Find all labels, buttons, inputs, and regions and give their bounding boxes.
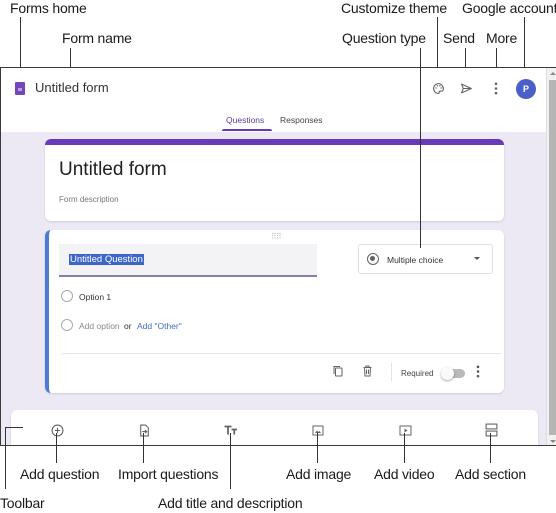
add-circle-icon[interactable] (49, 422, 65, 438)
form-name[interactable]: Untitled form (35, 80, 109, 95)
callout-add-question: Add question (20, 466, 100, 482)
callout-more: More (486, 30, 518, 46)
more-vert-icon[interactable] (486, 78, 506, 98)
scroll-up-arrow-icon[interactable] (550, 72, 556, 75)
form-description-field[interactable]: Form description (59, 195, 119, 204)
radio-button-checked-icon (367, 253, 379, 265)
callout-add-section: Add section (455, 466, 526, 482)
add-other-button[interactable]: Add "Other" (137, 321, 182, 331)
callout-add-title-description: Add title and description (158, 495, 303, 511)
tab-questions[interactable]: Questions (226, 115, 264, 125)
send-icon[interactable] (456, 78, 476, 98)
required-toggle[interactable] (441, 367, 465, 380)
top-bar: Untitled form P (1, 68, 546, 108)
forms-home-icon[interactable] (15, 82, 25, 95)
option-radio-icon (61, 290, 73, 302)
more-options-icon[interactable] (475, 365, 481, 378)
add-option-radio-icon (61, 319, 73, 331)
form-title-card: Untitled form Form description (45, 139, 504, 221)
scroll-down-arrow-icon[interactable] (550, 440, 556, 443)
dropdown-arrow-icon (474, 257, 480, 260)
question-title-input[interactable]: Untitled Question (59, 244, 317, 277)
delete-icon[interactable] (360, 364, 374, 378)
forms-editor-window: Untitled form P Questions Responses Unti… (0, 67, 556, 446)
callout-form-name: Form name (62, 30, 132, 46)
image-icon[interactable] (310, 422, 326, 438)
form-canvas: Untitled form Form description ⠿⠿ Untitl… (1, 132, 546, 445)
callout-customize-theme: Customize theme (341, 0, 447, 16)
callout-line (420, 48, 421, 248)
callout-line (490, 433, 491, 463)
video-icon[interactable] (397, 422, 413, 438)
tab-bar: Questions Responses (1, 108, 546, 132)
callout-line (5, 427, 6, 489)
callout-line (56, 433, 57, 463)
callout-line (317, 433, 318, 463)
active-tab-indicator (222, 129, 272, 131)
callout-forms-home: Forms home (10, 0, 87, 16)
add-option-button[interactable]: Add option (79, 321, 120, 331)
title-icon[interactable] (223, 422, 239, 438)
section-icon[interactable] (483, 422, 499, 438)
question-type-dropdown[interactable]: Multiple choice (358, 244, 493, 274)
vertical-scrollbar[interactable] (546, 68, 556, 445)
callout-question-type: Question type (342, 30, 426, 46)
scroll-thumb[interactable] (549, 80, 556, 435)
divider (61, 353, 501, 354)
callout-send: Send (443, 30, 475, 46)
question-card: ⠿⠿ Untitled Question Multiple choice Opt… (45, 230, 504, 393)
option-1-text[interactable]: Option 1 (79, 292, 111, 302)
or-text: or (124, 321, 132, 331)
callout-line (230, 433, 231, 489)
toolbar (11, 410, 538, 445)
question-title-text: Untitled Question (69, 254, 144, 265)
callout-toolbar: Toolbar (0, 495, 45, 511)
tab-responses[interactable]: Responses (280, 115, 323, 125)
callout-add-image: Add image (286, 466, 352, 482)
drag-handle-icon[interactable]: ⠿⠿ (271, 232, 282, 241)
question-type-label: Multiple choice (387, 255, 444, 265)
required-label: Required (401, 369, 434, 378)
callout-import-questions: Import questions (118, 466, 219, 482)
palette-icon[interactable] (428, 78, 448, 98)
form-title[interactable]: Untitled form (59, 159, 167, 181)
divider (391, 362, 392, 382)
import-icon[interactable] (136, 422, 152, 438)
callout-line (5, 427, 23, 428)
callout-line (143, 433, 144, 463)
account-avatar[interactable]: P (516, 79, 536, 99)
callout-line (404, 433, 405, 463)
duplicate-icon[interactable] (331, 364, 345, 378)
callout-google-account: Google account (462, 0, 556, 16)
callout-add-video: Add video (374, 466, 435, 482)
